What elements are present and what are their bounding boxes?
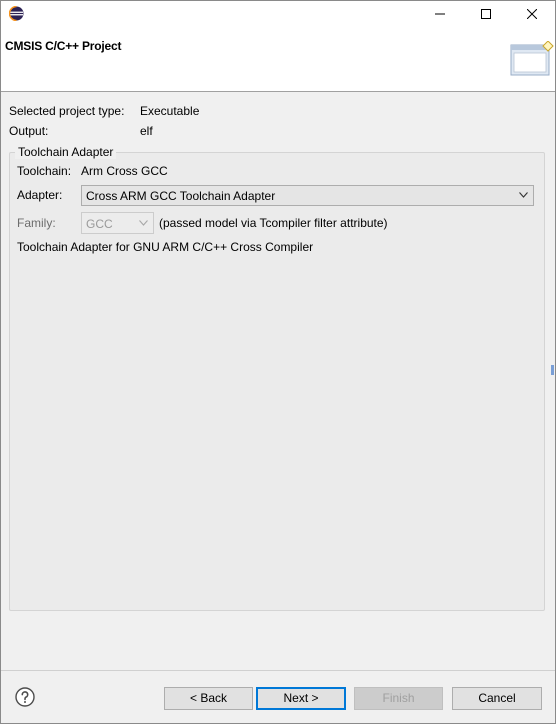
toolchain-value: Arm Cross GCC: [81, 164, 168, 178]
family-note: (passed model via Tcompiler filter attri…: [159, 216, 388, 230]
page-title: CMSIS C/C++ Project: [5, 39, 122, 53]
family-selected-value: GCC: [86, 217, 113, 231]
button-bar-divider: [1, 670, 555, 671]
eclipse-icon: [8, 5, 24, 22]
title-bar[interactable]: [1, 1, 555, 27]
next-button[interactable]: Next >: [256, 687, 346, 710]
adapter-select[interactable]: Cross ARM GCC Toolchain Adapter: [81, 185, 534, 206]
minimize-icon: [434, 13, 445, 15]
maximize-icon: [480, 9, 491, 19]
output-value: elf: [140, 124, 153, 138]
minimize-button[interactable]: [417, 1, 462, 27]
project-type-value: Executable: [140, 104, 200, 118]
close-icon: [526, 9, 537, 19]
toolchain-label: Toolchain:: [17, 164, 72, 178]
adapter-description: Toolchain Adapter for GNU ARM C/C++ Cros…: [17, 240, 314, 254]
output-label: Output:: [9, 124, 49, 138]
wizard-banner-icon: [510, 40, 554, 77]
family-label: Family:: [17, 216, 56, 230]
finish-button[interactable]: Finish: [354, 687, 443, 710]
help-icon[interactable]: [15, 687, 35, 707]
chevron-down-icon: [139, 220, 148, 226]
chevron-down-icon: [519, 192, 528, 198]
group-title: Toolchain Adapter: [15, 145, 117, 159]
close-button[interactable]: [509, 1, 554, 27]
cancel-button[interactable]: Cancel: [452, 687, 542, 710]
project-type-label: Selected project type:: [9, 104, 125, 118]
adapter-label: Adapter:: [17, 188, 63, 202]
back-button[interactable]: < Back: [164, 687, 253, 710]
family-select[interactable]: GCC: [81, 212, 154, 234]
maximize-button[interactable]: [463, 1, 508, 27]
resize-edge-marker: [551, 365, 554, 375]
adapter-selected-value: Cross ARM GCC Toolchain Adapter: [86, 189, 276, 203]
wizard-header: CMSIS C/C++ Project: [1, 27, 555, 92]
